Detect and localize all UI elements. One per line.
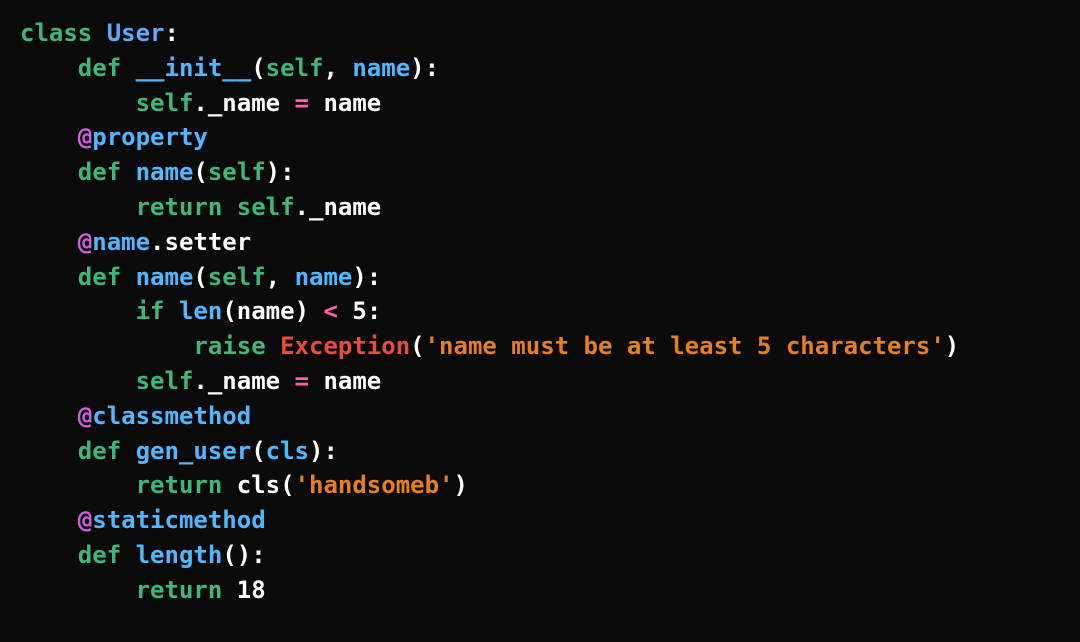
paren: ): xyxy=(266,158,295,186)
number: 18 xyxy=(237,576,266,604)
op-assign: = xyxy=(295,89,309,117)
paren: ) xyxy=(454,471,468,499)
decorator-classmethod: classmethod xyxy=(92,402,251,430)
keyword-return: return xyxy=(136,193,223,221)
attr: ._name xyxy=(193,89,294,117)
keyword-def: def xyxy=(78,263,121,291)
comma: , xyxy=(266,263,295,291)
keyword-def: def xyxy=(78,437,121,465)
keyword-def: def xyxy=(78,54,121,82)
paren: ): xyxy=(410,54,439,82)
string-literal: 'name must be at least 5 characters' xyxy=(425,332,945,360)
paren: ( xyxy=(193,158,207,186)
function-name: name xyxy=(136,158,194,186)
function-name: gen_user xyxy=(136,437,252,465)
attr: ._name xyxy=(295,193,382,221)
space xyxy=(338,297,352,325)
param-self: self xyxy=(208,158,266,186)
self-ref: self xyxy=(136,367,194,395)
builtin-len: len xyxy=(179,297,222,325)
value: name xyxy=(323,367,381,395)
paren: ( xyxy=(222,297,236,325)
number: 5 xyxy=(352,297,366,325)
attr: ._name xyxy=(193,367,294,395)
decorator-property: property xyxy=(92,123,208,151)
class-name: User xyxy=(107,19,165,47)
space xyxy=(222,576,236,604)
code-block: class User: def __init__(self, name): se… xyxy=(20,16,1060,608)
value: name xyxy=(323,89,381,117)
self-ref: self xyxy=(237,193,295,221)
paren: ( xyxy=(193,263,207,291)
decorator-setter: setter xyxy=(165,228,252,256)
function-name: name xyxy=(136,263,194,291)
colon: : xyxy=(165,19,179,47)
paren: ) xyxy=(945,332,959,360)
paren: ( xyxy=(280,471,294,499)
space xyxy=(309,89,323,117)
dot: . xyxy=(150,228,164,256)
param-name: name xyxy=(352,54,410,82)
colon: : xyxy=(367,297,381,325)
paren: ( xyxy=(410,332,424,360)
decorator-at: @ xyxy=(78,402,92,430)
paren: ( xyxy=(251,437,265,465)
param-self: self xyxy=(208,263,266,291)
paren: ): xyxy=(352,263,381,291)
decorator-at: @ xyxy=(78,506,92,534)
keyword-if: if xyxy=(136,297,165,325)
paren: ( xyxy=(251,54,265,82)
keyword-return: return xyxy=(136,576,223,604)
op-lt: < xyxy=(323,297,337,325)
param-cls: cls xyxy=(266,437,309,465)
arg: name xyxy=(237,297,295,325)
space xyxy=(309,367,323,395)
exception-class: Exception xyxy=(280,332,410,360)
decorator-at: @ xyxy=(78,123,92,151)
function-name: length xyxy=(136,541,223,569)
paren: ): xyxy=(309,437,338,465)
space xyxy=(222,193,236,221)
op-assign: = xyxy=(295,367,309,395)
decorator-at: @ xyxy=(78,228,92,256)
keyword-def: def xyxy=(78,541,121,569)
decorator-staticmethod: staticmethod xyxy=(92,506,265,534)
keyword-def: def xyxy=(78,158,121,186)
paren: ) xyxy=(295,297,324,325)
parens: (): xyxy=(222,541,265,569)
cls-ref: cls xyxy=(237,471,280,499)
self-ref: self xyxy=(136,89,194,117)
function-name: __init__ xyxy=(136,54,252,82)
param-name: name xyxy=(295,263,353,291)
param-self: self xyxy=(266,54,324,82)
keyword-return: return xyxy=(136,471,223,499)
space xyxy=(165,297,179,325)
comma: , xyxy=(323,54,352,82)
string-literal: 'handsomeb' xyxy=(295,471,454,499)
space xyxy=(222,471,236,499)
keyword-class: class xyxy=(20,19,92,47)
keyword-raise: raise xyxy=(193,332,265,360)
space xyxy=(266,332,280,360)
decorator-name: name xyxy=(92,228,150,256)
